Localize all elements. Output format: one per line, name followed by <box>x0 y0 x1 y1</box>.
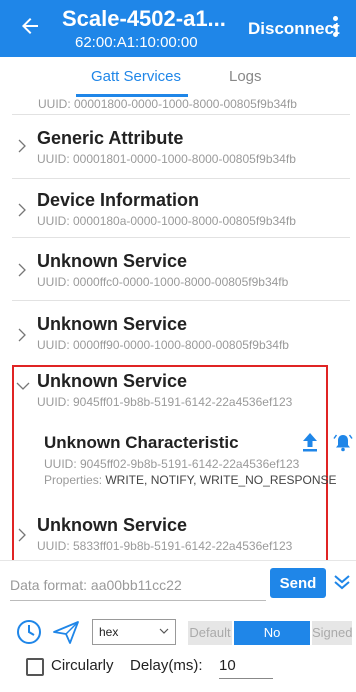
bell-ring-icon[interactable] <box>333 432 353 452</box>
service-item[interactable]: Unknown Service UUID: 0000ff90-0000-1000… <box>0 301 356 361</box>
write-panel: Send hex Default No Response Signed Circ… <box>0 560 356 692</box>
circularly-checkbox[interactable] <box>26 658 44 676</box>
partial-service-uuid: UUID: 00001800-0000-1000-8000-00805f9b34… <box>38 97 297 111</box>
service-item-expanded[interactable]: Unknown Service UUID: 9045ff01-9b8b-5191… <box>0 369 356 413</box>
characteristic-name[interactable]: Unknown Characteristic <box>44 433 239 453</box>
service-item[interactable]: Generic Attribute UUID: 00001801-0000-10… <box>0 115 356 171</box>
arrow-left-icon[interactable] <box>18 14 42 38</box>
write-type-no-response[interactable]: No Response <box>234 621 310 664</box>
properties-label: Properties: <box>44 473 106 487</box>
double-chevron-down-icon[interactable] <box>333 573 351 591</box>
upload-icon[interactable] <box>302 432 318 452</box>
tab-bar: Gatt Services Logs <box>0 57 356 97</box>
delay-input[interactable] <box>219 653 273 679</box>
characteristic-uuid: UUID: 9045ff02-9b8b-5191-6142-22a4536ef1… <box>44 457 300 471</box>
tab-logs[interactable]: Logs <box>229 68 262 85</box>
service-name: Unknown Service <box>37 515 188 535</box>
clock-icon[interactable] <box>16 619 42 645</box>
disconnect-button[interactable]: Disconnect <box>248 19 340 39</box>
service-name: Unknown Service <box>37 371 188 391</box>
chevron-right-icon <box>18 139 26 153</box>
write-type-signed[interactable]: Signed <box>312 621 352 645</box>
device-mac-address: 62:00:A1:10:00:00 <box>75 34 198 51</box>
send-button[interactable]: Send <box>270 568 326 598</box>
more-vert-icon[interactable] <box>332 16 340 40</box>
service-name: Device Information <box>37 190 200 210</box>
chevron-down-icon <box>16 382 30 390</box>
service-list[interactable]: UUID: 00001800-0000-1000-8000-00805f9b34… <box>0 97 356 560</box>
service-uuid: UUID: 9045ff01-9b8b-5191-6142-22a4536ef1… <box>37 395 293 409</box>
device-name-title: Scale-4502-a1... <box>62 6 226 31</box>
format-select-value: hex <box>99 625 119 639</box>
service-name: Generic Attribute <box>37 128 184 148</box>
chevron-down-icon <box>159 628 169 634</box>
characteristic-properties: Properties: WRITE, NOTIFY, WRITE_NO_RESP… <box>44 473 337 487</box>
chevron-right-icon <box>18 263 26 277</box>
service-uuid: UUID: 0000ff90-0000-1000-8000-00805f9b34… <box>37 338 289 352</box>
service-name: Unknown Service <box>37 251 188 271</box>
delay-label: Delay(ms): <box>130 657 203 674</box>
write-type-default[interactable]: Default <box>188 621 232 645</box>
service-item[interactable]: Unknown Service UUID: 0000ffc0-0000-1000… <box>0 238 356 296</box>
service-name: Unknown Service <box>37 314 188 334</box>
service-uuid: UUID: 0000180a-0000-1000-8000-00805f9b34… <box>37 214 296 228</box>
service-uuid: UUID: 5833ff01-9b8b-5191-6142-22a4536ef1… <box>37 539 293 553</box>
tab-gatt-services[interactable]: Gatt Services <box>91 68 181 85</box>
data-input[interactable] <box>10 569 266 601</box>
app-bar: Scale-4502-a1... 62:00:A1:10:00:00 Disco… <box>0 0 356 57</box>
service-uuid: UUID: 00001801-0000-1000-8000-00805f9b34… <box>37 152 296 166</box>
chevron-right-icon <box>18 203 26 217</box>
chevron-right-icon <box>18 528 26 542</box>
service-uuid: UUID: 0000ffc0-0000-1000-8000-00805f9b34… <box>37 275 289 289</box>
service-item[interactable]: Unknown Service UUID: 5833ff01-9b8b-5191… <box>0 504 356 560</box>
send-arrow-icon[interactable] <box>52 619 80 645</box>
properties-value: WRITE, NOTIFY, WRITE_NO_RESPONSE <box>105 473 337 487</box>
circularly-label: Circularly <box>51 657 114 674</box>
format-select[interactable]: hex <box>92 619 176 645</box>
chevron-right-icon <box>18 328 26 342</box>
service-item[interactable]: Device Information UUID: 0000180a-0000-1… <box>0 179 356 235</box>
